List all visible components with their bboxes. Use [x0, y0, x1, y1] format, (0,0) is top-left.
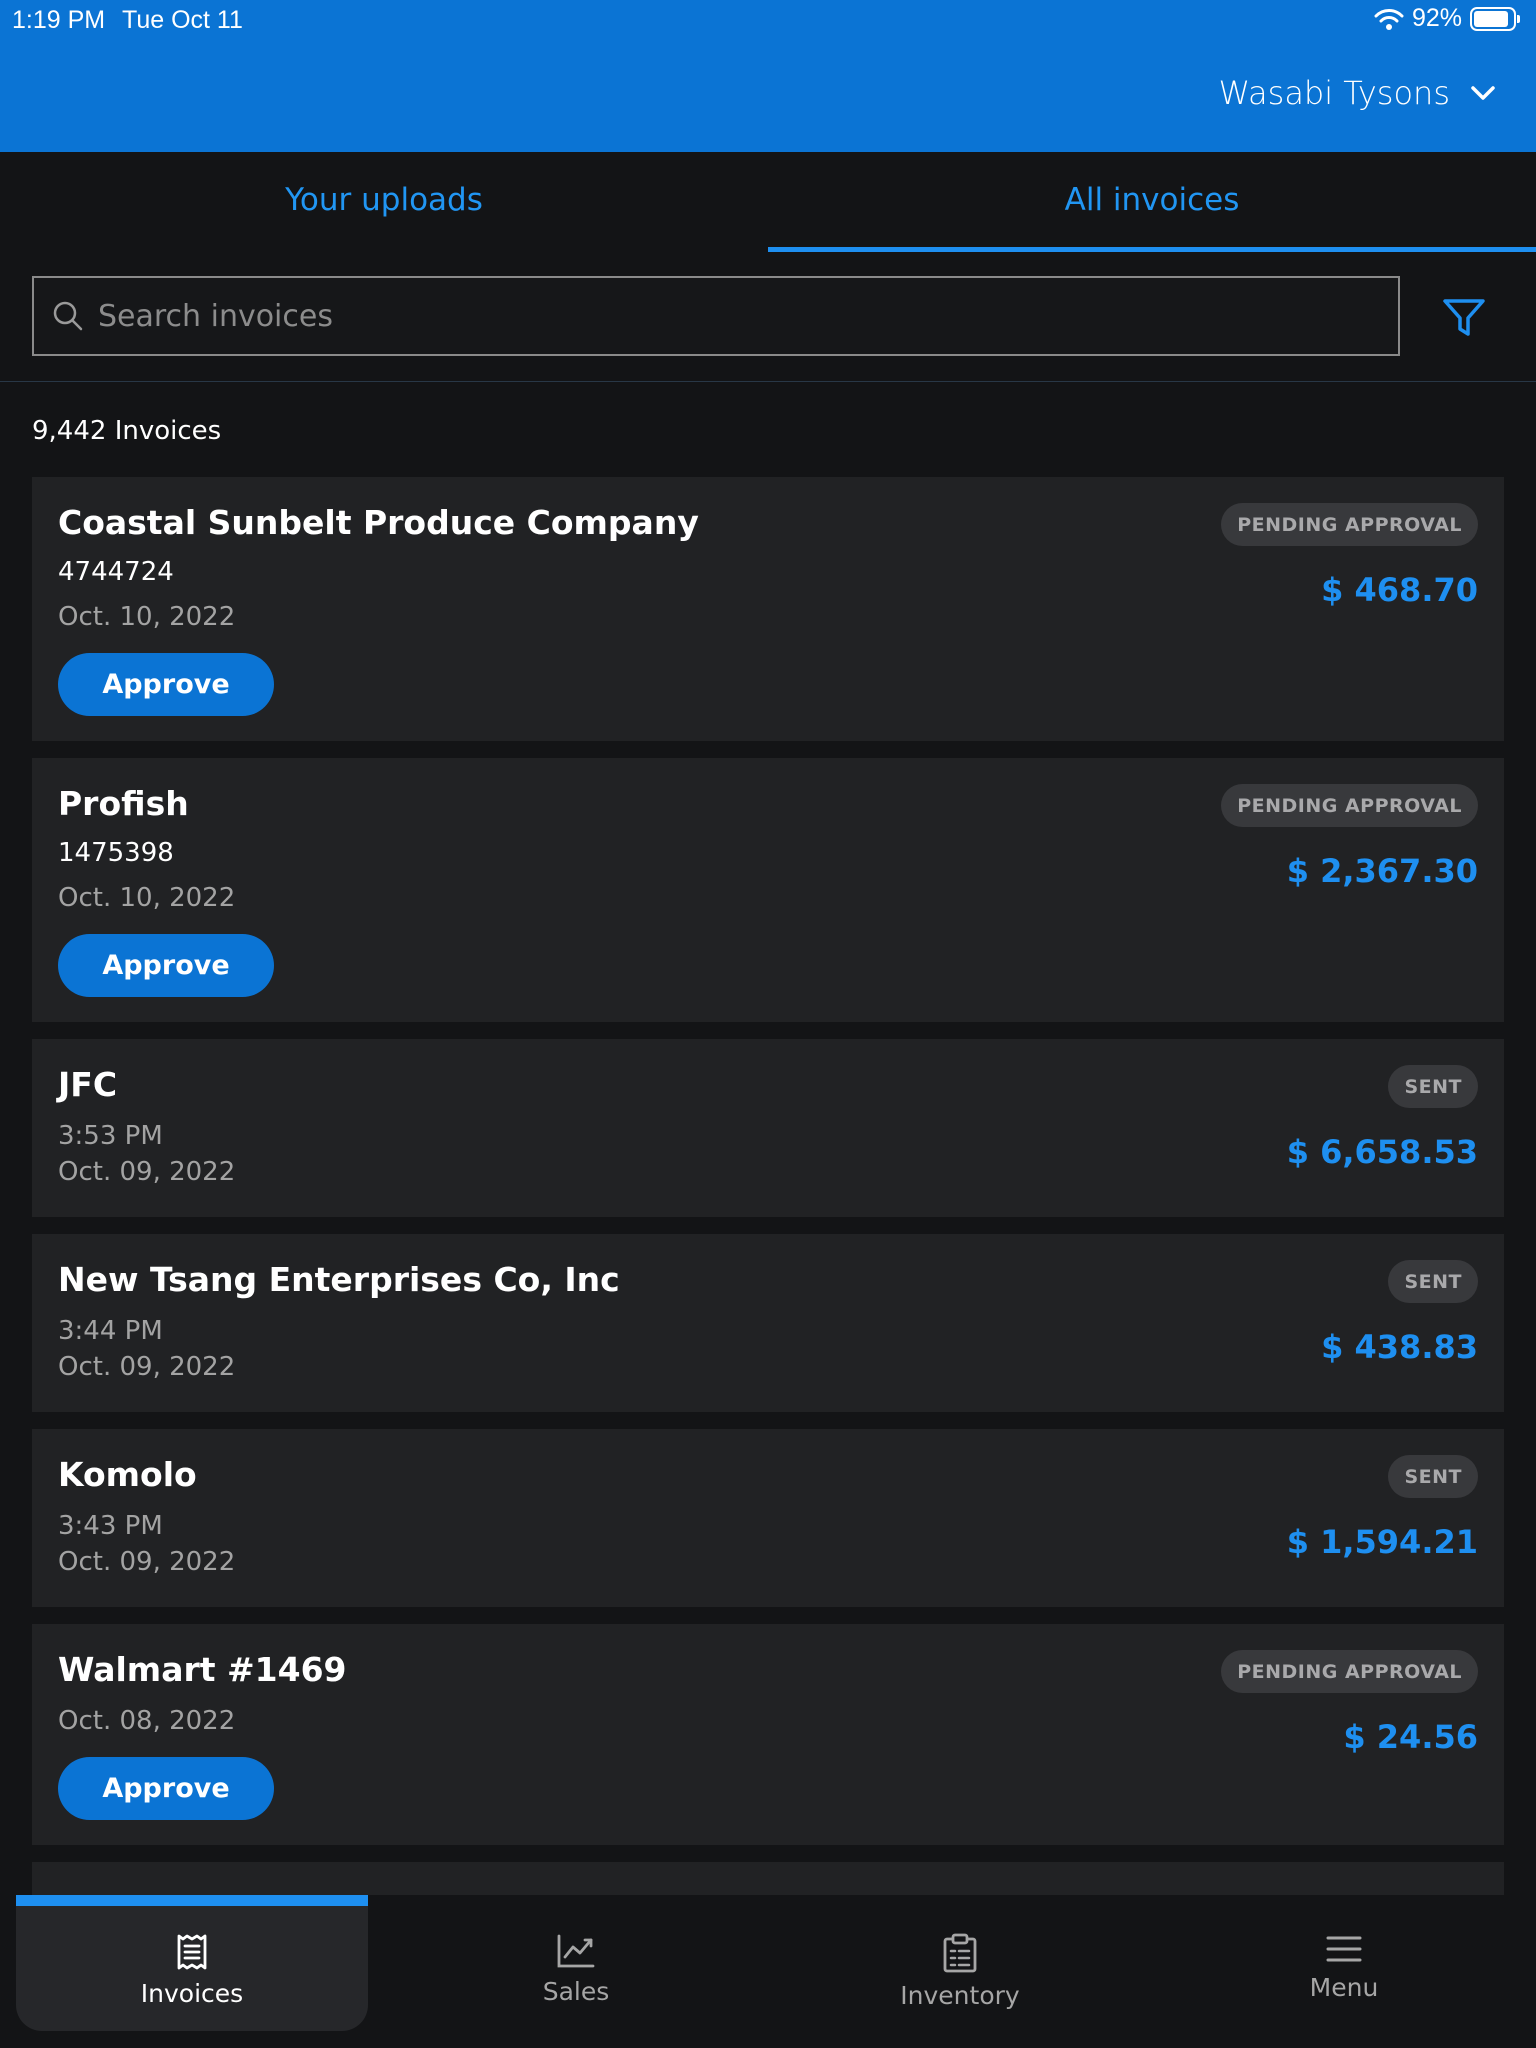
invoice-card[interactable]: Coastal Sunbelt Produce Company 4744724 …: [32, 477, 1504, 741]
invoice-time: 3:44 PM: [58, 1316, 163, 1346]
status-bar: 1:19 PM Tue Oct 11 92%: [0, 0, 1536, 40]
nav-label: Sales: [542, 1977, 610, 2006]
vendor-name: Walmart #1469: [58, 1650, 347, 1689]
invoice-card[interactable]: Komolo 3:43 PM Oct. 09, 2022 SENT $ 1,59…: [32, 1429, 1504, 1607]
invoice-date: Oct. 08, 2022: [58, 1706, 236, 1736]
nav-sales[interactable]: Sales: [400, 1895, 752, 2031]
clipboard-icon: [943, 1933, 977, 1973]
invoice-number: 4744724: [58, 557, 174, 587]
invoice-amount: $ 2,367.30: [1286, 852, 1478, 890]
filter-icon: [1443, 299, 1485, 336]
search-box: [32, 276, 1400, 356]
tab-label: Your uploads: [285, 182, 483, 218]
status-indicators: 92%: [1374, 4, 1522, 33]
invoice-card[interactable]: New Tsang Enterprises Co, Inc 3:44 PM Oc…: [32, 1234, 1504, 1412]
invoice-amount: $ 1,594.21: [1286, 1523, 1478, 1561]
invoice-list: Coastal Sunbelt Produce Company 4744724 …: [32, 477, 1504, 1999]
search-bar: [0, 252, 1536, 382]
nav-inventory[interactable]: Inventory: [784, 1895, 1136, 2031]
status-badge: PENDING APPROVAL: [1221, 784, 1478, 827]
battery-icon: [1470, 6, 1520, 31]
invoice-time: 3:43 PM: [58, 1511, 163, 1541]
search-input[interactable]: [98, 298, 1348, 334]
search-icon: [53, 301, 83, 331]
wifi-icon: [1374, 8, 1404, 30]
nav-label: Invoices: [140, 1979, 244, 2008]
vendor-name: New Tsang Enterprises Co, Inc: [58, 1260, 620, 1299]
chart-icon: [557, 1934, 595, 1968]
status-badge: SENT: [1388, 1455, 1478, 1498]
nav-label: Menu: [1309, 1973, 1379, 2002]
status-time: 1:19 PM: [12, 6, 106, 34]
invoice-amount: $ 6,658.53: [1286, 1133, 1478, 1171]
invoice-card[interactable]: Profish 1475398 Oct. 10, 2022 Approve PE…: [32, 758, 1504, 1022]
status-badge: SENT: [1388, 1065, 1478, 1108]
vendor-name: Coastal Sunbelt Produce Company: [58, 503, 699, 542]
status-date: Tue Oct 11: [122, 6, 243, 34]
invoice-amount: $ 468.70: [1321, 571, 1478, 609]
invoice-card[interactable]: JFC 3:53 PM Oct. 09, 2022 SENT $ 6,658.5…: [32, 1039, 1504, 1217]
invoice-date: Oct. 10, 2022: [58, 602, 236, 632]
status-badge: PENDING APPROVAL: [1221, 503, 1478, 546]
invoice-number: 1475398: [58, 838, 174, 868]
nav-invoices[interactable]: Invoices: [16, 1895, 368, 2031]
battery-percent: 92%: [1411, 4, 1462, 32]
bottom-nav: Invoices Sales Inventory Menu: [0, 1895, 1536, 2048]
nav-label: Inventory: [900, 1981, 1020, 2010]
approve-button[interactable]: Approve: [58, 1757, 274, 1820]
invoice-card[interactable]: Walmart #1469 Oct. 08, 2022 Approve PEND…: [32, 1624, 1504, 1845]
status-badge: SENT: [1388, 1260, 1478, 1303]
tab-your-uploads[interactable]: Your uploads: [0, 152, 768, 252]
nav-menu[interactable]: Menu: [1168, 1895, 1520, 2031]
invoice-tabs: Your uploads All invoices: [0, 152, 1536, 252]
invoice-time: 3:53 PM: [58, 1121, 163, 1151]
tab-label: All invoices: [1064, 182, 1240, 218]
receipt-icon: [177, 1934, 207, 1970]
filter-button[interactable]: [1436, 290, 1492, 346]
location-name: Wasabi Tysons: [1218, 74, 1450, 112]
approve-button[interactable]: Approve: [58, 653, 274, 716]
invoice-date: Oct. 09, 2022: [58, 1352, 236, 1382]
invoice-date: Oct. 09, 2022: [58, 1547, 236, 1577]
app-header: 1:19 PM Tue Oct 11 92% Wasabi Tysons: [0, 0, 1536, 152]
vendor-name: Komolo: [58, 1455, 197, 1494]
invoice-date: Oct. 09, 2022: [58, 1157, 236, 1187]
invoice-date: Oct. 10, 2022: [58, 883, 236, 913]
vendor-name: JFC: [58, 1065, 118, 1104]
hamburger-icon: [1326, 1936, 1362, 1962]
chevron-down-icon: [1471, 86, 1495, 100]
approve-button[interactable]: Approve: [58, 934, 274, 997]
invoice-amount: $ 438.83: [1321, 1328, 1478, 1366]
invoice-count: 9,442 Invoices: [32, 416, 222, 446]
tab-all-invoices[interactable]: All invoices: [768, 152, 1536, 252]
status-badge: PENDING APPROVAL: [1221, 1650, 1478, 1693]
invoice-amount: $ 24.56: [1343, 1718, 1478, 1756]
vendor-name: Profish: [58, 784, 189, 823]
location-selector[interactable]: Wasabi Tysons: [1218, 74, 1496, 112]
